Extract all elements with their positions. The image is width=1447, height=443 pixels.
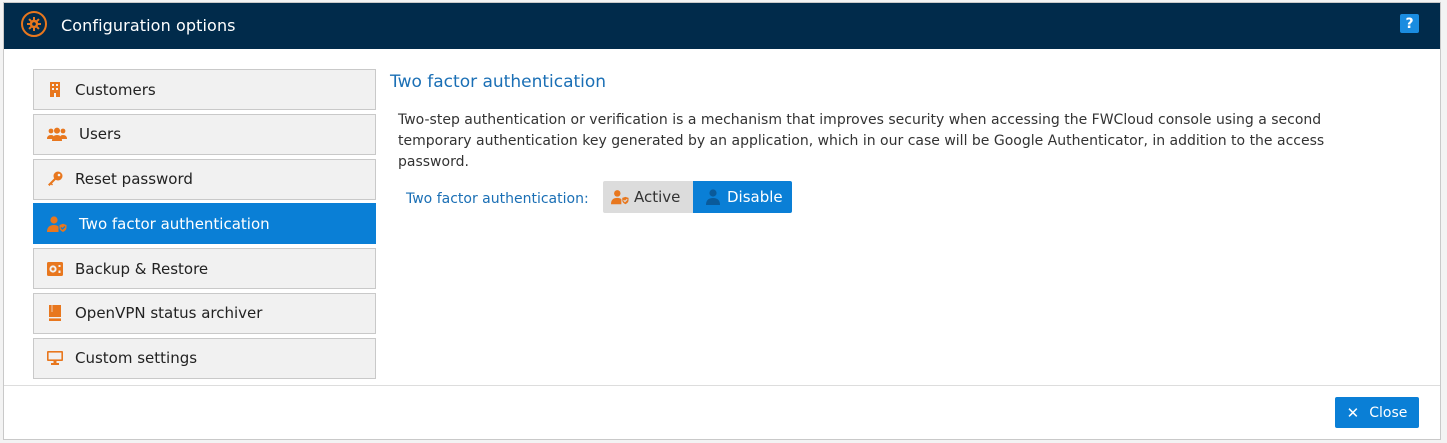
menu-item-custom-settings[interactable]: Custom settings xyxy=(33,337,376,379)
footer-divider xyxy=(4,385,1440,386)
two-factor-field-label: Two factor authentication: xyxy=(406,191,589,207)
menu-item-openvpn-status-archiver[interactable]: OpenVPN status archiver xyxy=(33,292,376,334)
key-icon xyxy=(47,171,63,187)
gear-icon xyxy=(21,11,47,37)
menu-item-customers[interactable]: Customers xyxy=(33,69,376,110)
dialog-title: Configuration options xyxy=(61,16,236,35)
toggle-active-button[interactable]: Active xyxy=(603,181,693,213)
toggle-active-label: Active xyxy=(634,188,681,206)
config-sidebar-menu: Customers Users Reset password Two facto… xyxy=(33,69,376,383)
users-icon xyxy=(47,126,67,142)
help-button[interactable]: ? xyxy=(1400,14,1419,33)
dialog-titlebar: Configuration options ? xyxy=(4,3,1440,49)
menu-item-label: OpenVPN status archiver xyxy=(75,304,263,323)
menu-item-label: Backup & Restore xyxy=(75,259,209,278)
close-icon: ✕ xyxy=(1346,403,1360,422)
monitor-icon xyxy=(47,350,63,366)
menu-item-label: Two factor authentication xyxy=(79,214,270,233)
close-button-label: Close xyxy=(1369,404,1408,421)
menu-item-label: Custom settings xyxy=(75,349,198,368)
toggle-disable-button[interactable]: Disable xyxy=(693,181,792,213)
toggle-disable-label: Disable xyxy=(727,188,783,206)
close-button[interactable]: ✕ Close xyxy=(1335,397,1419,428)
user-shield-icon xyxy=(611,188,629,206)
two-factor-toggle: Active Disable xyxy=(603,181,792,213)
menu-item-users[interactable]: Users xyxy=(33,113,376,155)
menu-item-backup-restore[interactable]: Backup & Restore xyxy=(33,248,376,290)
configuration-dialog: Configuration options ? Customers Users … xyxy=(3,2,1441,440)
user-icon xyxy=(704,188,722,206)
section-title: Two factor authentication xyxy=(390,72,607,92)
menu-item-label: Users xyxy=(79,125,122,144)
backup-icon xyxy=(47,261,63,277)
archive-icon xyxy=(47,305,63,322)
menu-item-label: Reset password xyxy=(75,170,193,189)
section-description: Two-step authentication or verification … xyxy=(398,112,1325,170)
menu-item-label: Customers xyxy=(75,80,156,99)
menu-item-two-factor-authentication[interactable]: Two factor authentication xyxy=(33,203,376,245)
menu-item-reset-password[interactable]: Reset password xyxy=(33,158,376,200)
user-shield-icon xyxy=(47,216,67,232)
building-icon xyxy=(47,82,63,98)
